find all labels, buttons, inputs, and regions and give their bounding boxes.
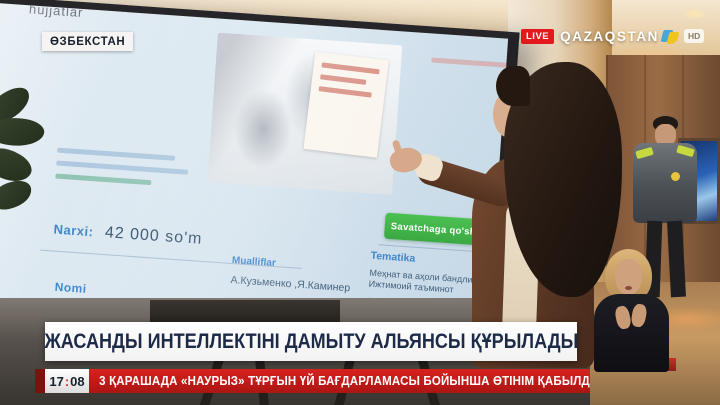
presenter-woman — [290, 60, 622, 368]
tv-broadcast-frame: hujjatlar Narxi: 42 000 so'm Savatchaga … — [0, 0, 720, 405]
interpreter-mouth — [625, 286, 632, 290]
headline-bar: ЖАСАНДЫ ИНТЕЛЛЕКТІНІ ДАМЫТУ АЛЬЯНСЫ ҚҰРЫ… — [44, 322, 578, 361]
channel-brand: QAZAQSTAN — [560, 28, 660, 44]
clock-separator: : — [64, 373, 70, 389]
price-label: Narxi: — [53, 221, 95, 240]
location-badge: ӨЗБЕКСТАН — [42, 32, 134, 51]
clock: 17:08 — [45, 369, 89, 393]
sign-language-interpreter — [592, 248, 672, 372]
price-value: 42 000 so'm — [104, 224, 203, 248]
hd-badge: HD — [684, 29, 705, 43]
price-row: Narxi: 42 000 so'm — [53, 221, 203, 249]
news-ticker: 3 ҚАРАШАДА «НАУРЫЗ» ТҰРҒЫН ҮЙ БАҒДАРЛАМА… — [89, 369, 590, 393]
live-badge: LIVE — [521, 28, 555, 44]
kiosk-site-header: hujjatlar — [28, 1, 84, 21]
clock-minutes: 08 — [70, 373, 85, 389]
qazaqstan-logo-icon — [660, 29, 680, 44]
faint-description-lines — [55, 147, 189, 196]
clock-hours: 17 — [49, 373, 64, 389]
presenter-hair — [496, 66, 530, 106]
headline-text: ЖАСАНДЫ ИНТЕЛЛЕКТІНІ ДАМЫТУ АЛЬЯНСЫ ҚҰРЫ… — [44, 329, 578, 353]
ticker-text: 3 ҚАРАШАДА «НАУРЫЗ» ТҰРҒЫН ҮЙ БАҒДАРЛАМА… — [99, 374, 590, 388]
guard-badge — [671, 172, 680, 181]
interpreter-body — [594, 294, 669, 372]
channel-bug: LIVE QAZAQSTAN HD — [521, 26, 705, 46]
field-label: Nomi — [54, 279, 88, 296]
